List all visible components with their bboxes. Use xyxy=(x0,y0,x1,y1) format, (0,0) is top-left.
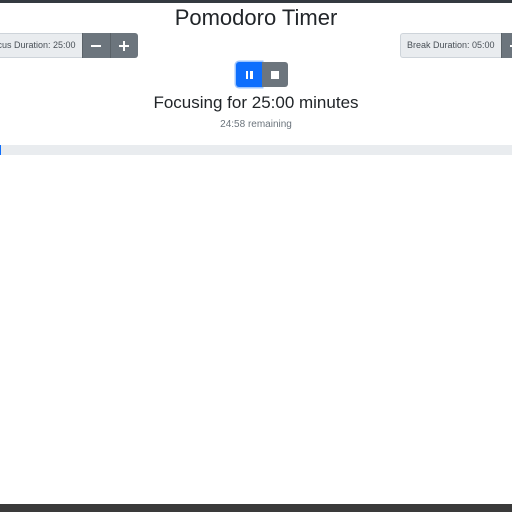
window-top-border xyxy=(0,0,512,3)
remaining-time: 24:58 remaining xyxy=(220,119,292,130)
break-decrement-button[interactable] xyxy=(500,33,512,58)
focus-duration-label: Focus Duration: 25:00 xyxy=(0,33,82,58)
minus-icon xyxy=(91,44,102,47)
page-title: Pomodoro Timer xyxy=(174,5,338,30)
timer-controls xyxy=(236,62,288,87)
window-bottom-border xyxy=(0,504,512,512)
focus-decrement-button[interactable] xyxy=(81,33,110,58)
focus-increment-button[interactable] xyxy=(109,33,138,58)
stop-button[interactable] xyxy=(262,62,288,87)
break-duration-group: Break Duration: 05:00 xyxy=(400,33,512,58)
focus-duration-group: Focus Duration: 25:00 xyxy=(0,33,138,58)
break-duration-label: Break Duration: 05:00 xyxy=(400,33,501,58)
progress-bar xyxy=(0,145,512,155)
plus-icon xyxy=(119,40,130,51)
progress-fill xyxy=(0,145,1,155)
stop-icon xyxy=(271,70,279,79)
pause-button[interactable] xyxy=(236,62,262,87)
focus-status-text: Focusing for 25:00 minutes xyxy=(153,93,359,112)
pause-icon xyxy=(245,70,253,79)
